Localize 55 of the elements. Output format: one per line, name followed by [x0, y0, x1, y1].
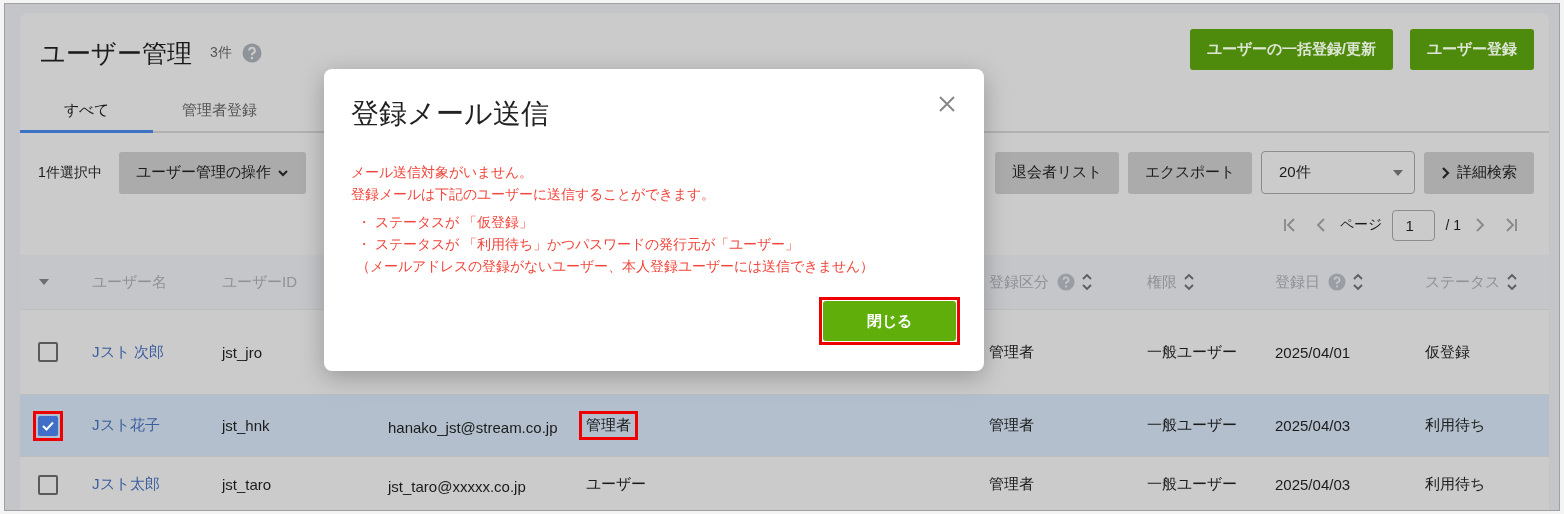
page-title: ユーザー管理 [40, 37, 192, 69]
table-cell: 仮登録 [1425, 342, 1470, 362]
toolbar-button[interactable]: 退会者リスト [995, 151, 1119, 194]
page-label: ページ [1340, 216, 1383, 234]
table-cell: 利用待ち [1425, 416, 1485, 435]
error-message: メール送信対象がいません。 [351, 163, 534, 182]
tab[interactable]: すべて [20, 91, 153, 133]
tab[interactable]: 管理者登録 [153, 91, 286, 133]
user-name-link[interactable]: Jスト花子 [92, 416, 160, 435]
table-cell: 2025/04/03 [1275, 476, 1351, 493]
sort-icon[interactable] [1352, 272, 1364, 292]
table-cell: 管理者 [989, 342, 1034, 362]
table-cell: jst_taro [222, 476, 272, 493]
operations-button[interactable]: ユーザー管理の操作 [118, 151, 306, 194]
row-checkbox[interactable] [38, 342, 58, 362]
table-cell: 2025/04/01 [1275, 343, 1351, 361]
table-cell: 一般ユーザー [1147, 342, 1237, 362]
table-row[interactable]: Jスト花子 jst_hnk hanako_jst@stream.co.jp 管理者 管理者 一般ユーザー 2025/04/03 利用待ち [20, 395, 1549, 457]
table-cell: 管理者 [989, 416, 1034, 435]
sort-icon[interactable] [1183, 272, 1195, 292]
table-cell: jst_jro [222, 343, 262, 361]
condition-item: ・ ステータスが 「仮登録」 [356, 213, 534, 232]
note-text: （メールアドレスの登録がないユーザー、本人登録ユーザーには送信できません） [356, 257, 875, 276]
table-cell: 一般ユーザー [1147, 416, 1237, 435]
help-icon[interactable] [241, 43, 262, 63]
advanced-search-button[interactable]: 詳細検索 [1424, 151, 1534, 194]
dialog-title: 登録メール送信 [351, 97, 549, 131]
table-cell: 管理者 [582, 414, 635, 437]
row-checkbox[interactable] [38, 474, 58, 495]
sort-icon[interactable] [1506, 272, 1518, 292]
last-page-icon[interactable] [1503, 217, 1519, 233]
table-cell: 管理者 [989, 475, 1034, 494]
page-total: / 1 [1445, 217, 1461, 233]
page-size-select[interactable]: 20件 [1261, 151, 1415, 194]
user-name-link[interactable]: Jスト太郎 [92, 475, 160, 494]
table-cell: 2025/04/03 [1275, 417, 1351, 434]
error-message: 登録メールは下記のユーザーに送信することができます。 [351, 185, 716, 204]
condition-item: ・ ステータスが 「利用待ち」かつパスワードの発行元が「ユーザー」 [356, 235, 800, 254]
selection-count: 1件選択中 [38, 163, 102, 182]
user-name-link[interactable]: Jスト 次郎 [92, 342, 164, 362]
close-icon[interactable] [938, 95, 956, 113]
dropdown-arrow-icon [1392, 168, 1404, 177]
sort-icon[interactable] [1081, 272, 1093, 292]
page-input[interactable]: 1 [1392, 209, 1436, 241]
toolbar-button[interactable]: エクスポート [1128, 151, 1252, 194]
table-cell: 利用待ち [1425, 475, 1485, 494]
table-cell-text: ユーザー [585, 474, 647, 494]
sort-caret-icon[interactable] [38, 278, 50, 286]
table-row[interactable]: Jスト太郎 jst_taro jst_taro@xxxxx.co.jp ユーザー 管理者 一般ユーザー 2025/04/03 利用待ち [20, 457, 1549, 510]
table-cell: 一般ユーザー [1147, 475, 1237, 494]
table-cell: jst_hnk [222, 417, 270, 434]
table-cell-text: hanako_jst@stream.co.jp [388, 417, 558, 438]
user-count: 3件 [210, 44, 232, 62]
chevron-right-icon [1441, 165, 1451, 180]
table-cell-text: jst_taro@xxxxx.co.jp [388, 476, 526, 497]
